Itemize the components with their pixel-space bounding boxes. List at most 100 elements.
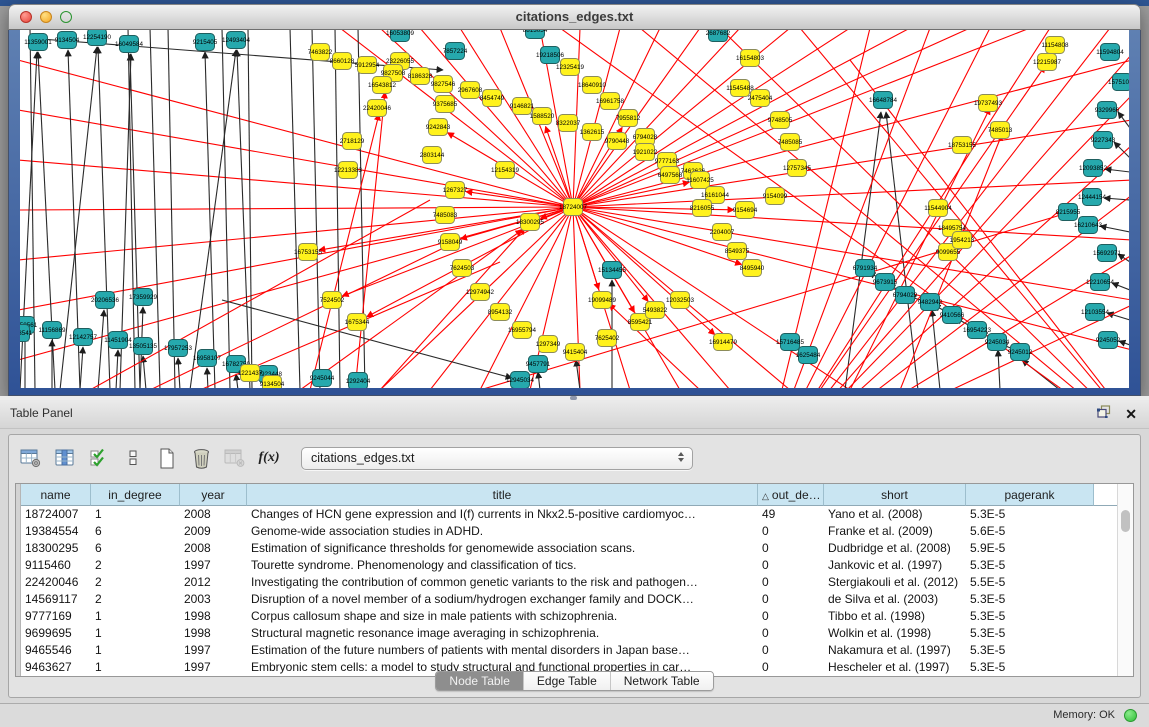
network-node[interactable]: 8660128 xyxy=(330,53,355,70)
network-node[interactable]: 7625402 xyxy=(595,330,620,347)
network-node[interactable]: 15751074 xyxy=(1108,74,1129,91)
network-node[interactable]: 9482942 xyxy=(918,294,943,311)
column-header-short[interactable]: short xyxy=(824,484,966,506)
network-node[interactable]: 9146821 xyxy=(510,98,535,115)
network-node[interactable]: 5493822 xyxy=(643,302,668,319)
network-node[interactable]: 7624503 xyxy=(450,260,475,277)
network-node[interactable]: 16753155 xyxy=(294,244,323,261)
table-vertical-scrollbar[interactable] xyxy=(1117,484,1133,676)
network-node[interactable]: 7485083 xyxy=(433,207,458,224)
new-column-icon[interactable] xyxy=(155,445,179,471)
network-node[interactable]: 1675344 xyxy=(345,314,370,331)
network-node[interactable]: 9245044 xyxy=(310,370,335,387)
network-node[interactable]: 17359929 xyxy=(129,289,158,306)
network-node[interactable]: 9329966 xyxy=(1095,102,1120,119)
network-node[interactable]: 11544904 xyxy=(924,200,952,217)
network-node[interactable]: 8186328 xyxy=(408,68,433,85)
float-window-icon[interactable] xyxy=(1097,405,1111,423)
table-row[interactable]: 1456911722003Disruption of a novel membe… xyxy=(21,591,1118,608)
network-node[interactable]: 2803144 xyxy=(420,147,445,164)
network-node[interactable]: 1292404 xyxy=(346,373,371,389)
network-node[interactable]: 11154808 xyxy=(1041,37,1069,54)
node-table[interactable]: namein_degreeyeartitle△out_de…shortpager… xyxy=(15,483,1134,677)
table-row[interactable]: 969969511998Structural magnetic resonanc… xyxy=(21,625,1118,642)
network-node[interactable]: 12325419 xyxy=(556,59,585,76)
network-node[interactable]: 12154319 xyxy=(491,162,520,179)
network-node[interactable]: 9457791 xyxy=(526,356,551,373)
network-node[interactable]: 16955794 xyxy=(508,322,537,339)
row-height-icon[interactable] xyxy=(121,445,145,471)
network-node[interactable]: 8495940 xyxy=(740,260,765,277)
import-table-icon[interactable] xyxy=(223,445,247,471)
network-node[interactable]: 16049584 xyxy=(115,36,144,53)
close-traffic-light[interactable] xyxy=(20,11,32,23)
network-node[interactable]: 9227343 xyxy=(1091,132,1116,149)
network-node[interactable]: 8454749 xyxy=(480,90,505,107)
network-node[interactable]: 9790448 xyxy=(605,133,630,150)
table-row[interactable]: 1872400712008Changes of HCN gene express… xyxy=(21,506,1118,523)
network-node[interactable]: 7857224 xyxy=(443,43,468,60)
network-node[interactable]: 8215955 xyxy=(1056,204,1081,221)
network-node[interactable]: 8216055 xyxy=(690,200,715,217)
tab-edge-table[interactable]: Edge Table xyxy=(524,672,611,690)
network-node[interactable]: 9134504 xyxy=(260,376,285,389)
network-node[interactable]: 1362615 xyxy=(580,124,605,141)
network-node[interactable]: 2204007 xyxy=(710,224,735,241)
network-node[interactable]: 18753155 xyxy=(948,137,977,154)
network-node[interactable]: 9215405 xyxy=(193,34,218,51)
network-node[interactable]: 9375685 xyxy=(433,96,458,113)
network-node[interactable]: 16961758 xyxy=(596,93,625,110)
network-node[interactable]: 9158049 xyxy=(438,234,463,251)
table-row[interactable]: 977716911998Corpus callosum shape and si… xyxy=(21,608,1118,625)
network-node[interactable]: 9415404 xyxy=(563,344,588,361)
network-node[interactable]: 6791934 xyxy=(853,260,878,277)
network-node[interactable]: 12093852 xyxy=(1079,160,1108,177)
network-node[interactable]: 9154099 xyxy=(763,188,788,205)
network-node[interactable]: 9245052 xyxy=(1096,332,1121,349)
network-node[interactable]: 7955812 xyxy=(616,110,641,127)
table-row[interactable]: 1938455462009Genome-wide association stu… xyxy=(21,523,1118,540)
network-node[interactable]: 9827546 xyxy=(431,76,456,93)
scrollbar-thumb[interactable] xyxy=(1121,510,1130,532)
network-node[interactable]: 1625484 xyxy=(796,347,821,364)
network-node[interactable]: 12493404 xyxy=(222,32,251,49)
network-node[interactable]: 8549375 xyxy=(725,243,750,260)
table-row[interactable]: 911546021997Tourette syndrome. Phenomeno… xyxy=(21,557,1118,574)
network-node[interactable]: 11359001 xyxy=(24,34,52,51)
minimize-traffic-light[interactable] xyxy=(40,11,52,23)
network-node[interactable]: 7485013 xyxy=(988,122,1013,139)
network-node[interactable]: 9748505 xyxy=(768,112,793,129)
network-node[interactable]: 1267327 xyxy=(443,182,468,199)
table-row[interactable]: 946554611997Estimation of the future num… xyxy=(21,642,1118,659)
network-node[interactable]: 9673915 xyxy=(873,274,898,291)
network-node[interactable]: 11156869 xyxy=(38,322,66,339)
network-node[interactable]: 12215987 xyxy=(1033,54,1062,71)
tab-network-table[interactable]: Network Table xyxy=(611,672,713,690)
network-canvas[interactable]: 1872400711359001913450412254190160495849… xyxy=(20,30,1129,388)
network-node[interactable]: 6794029 xyxy=(893,287,918,304)
table-mode-icon[interactable] xyxy=(19,445,43,471)
table-row[interactable]: 1830029562008Estimation of significance … xyxy=(21,540,1118,557)
network-node[interactable]: 12757345 xyxy=(783,160,812,177)
table-row[interactable]: 2242004622012Investigating the contribut… xyxy=(21,574,1118,591)
network-node[interactable]: 8322037 xyxy=(556,115,581,132)
network-node[interactable]: 6794028 xyxy=(633,129,658,146)
network-node[interactable]: 11594804 xyxy=(1096,44,1124,61)
network-node[interactable]: 6497568 xyxy=(658,167,683,184)
select-columns-icon[interactable] xyxy=(87,445,111,471)
network-node[interactable]: 5912954 xyxy=(355,57,380,74)
zoom-traffic-light[interactable] xyxy=(60,11,72,23)
network-node[interactable]: 12254190 xyxy=(83,30,112,46)
close-panel-icon[interactable]: ✕ xyxy=(1125,406,1137,422)
network-node[interactable]: 16958107 xyxy=(193,350,222,367)
network-window-titlebar[interactable]: citations_edges.txt xyxy=(8,4,1141,30)
network-node[interactable]: 12142757 xyxy=(69,329,98,346)
column-header-out_de[interactable]: △out_de… xyxy=(758,484,824,506)
network-node[interactable]: 16210643 xyxy=(1074,217,1103,234)
network-node[interactable]: 9410566 xyxy=(940,307,965,324)
network-node[interactable]: 12444154 xyxy=(1078,189,1107,206)
column-header-name[interactable]: name xyxy=(21,484,91,506)
network-node[interactable]: 19218506 xyxy=(536,47,565,64)
network-node[interactable]: 1221437 xyxy=(238,365,263,382)
tab-node-table[interactable]: Node Table xyxy=(436,672,524,690)
